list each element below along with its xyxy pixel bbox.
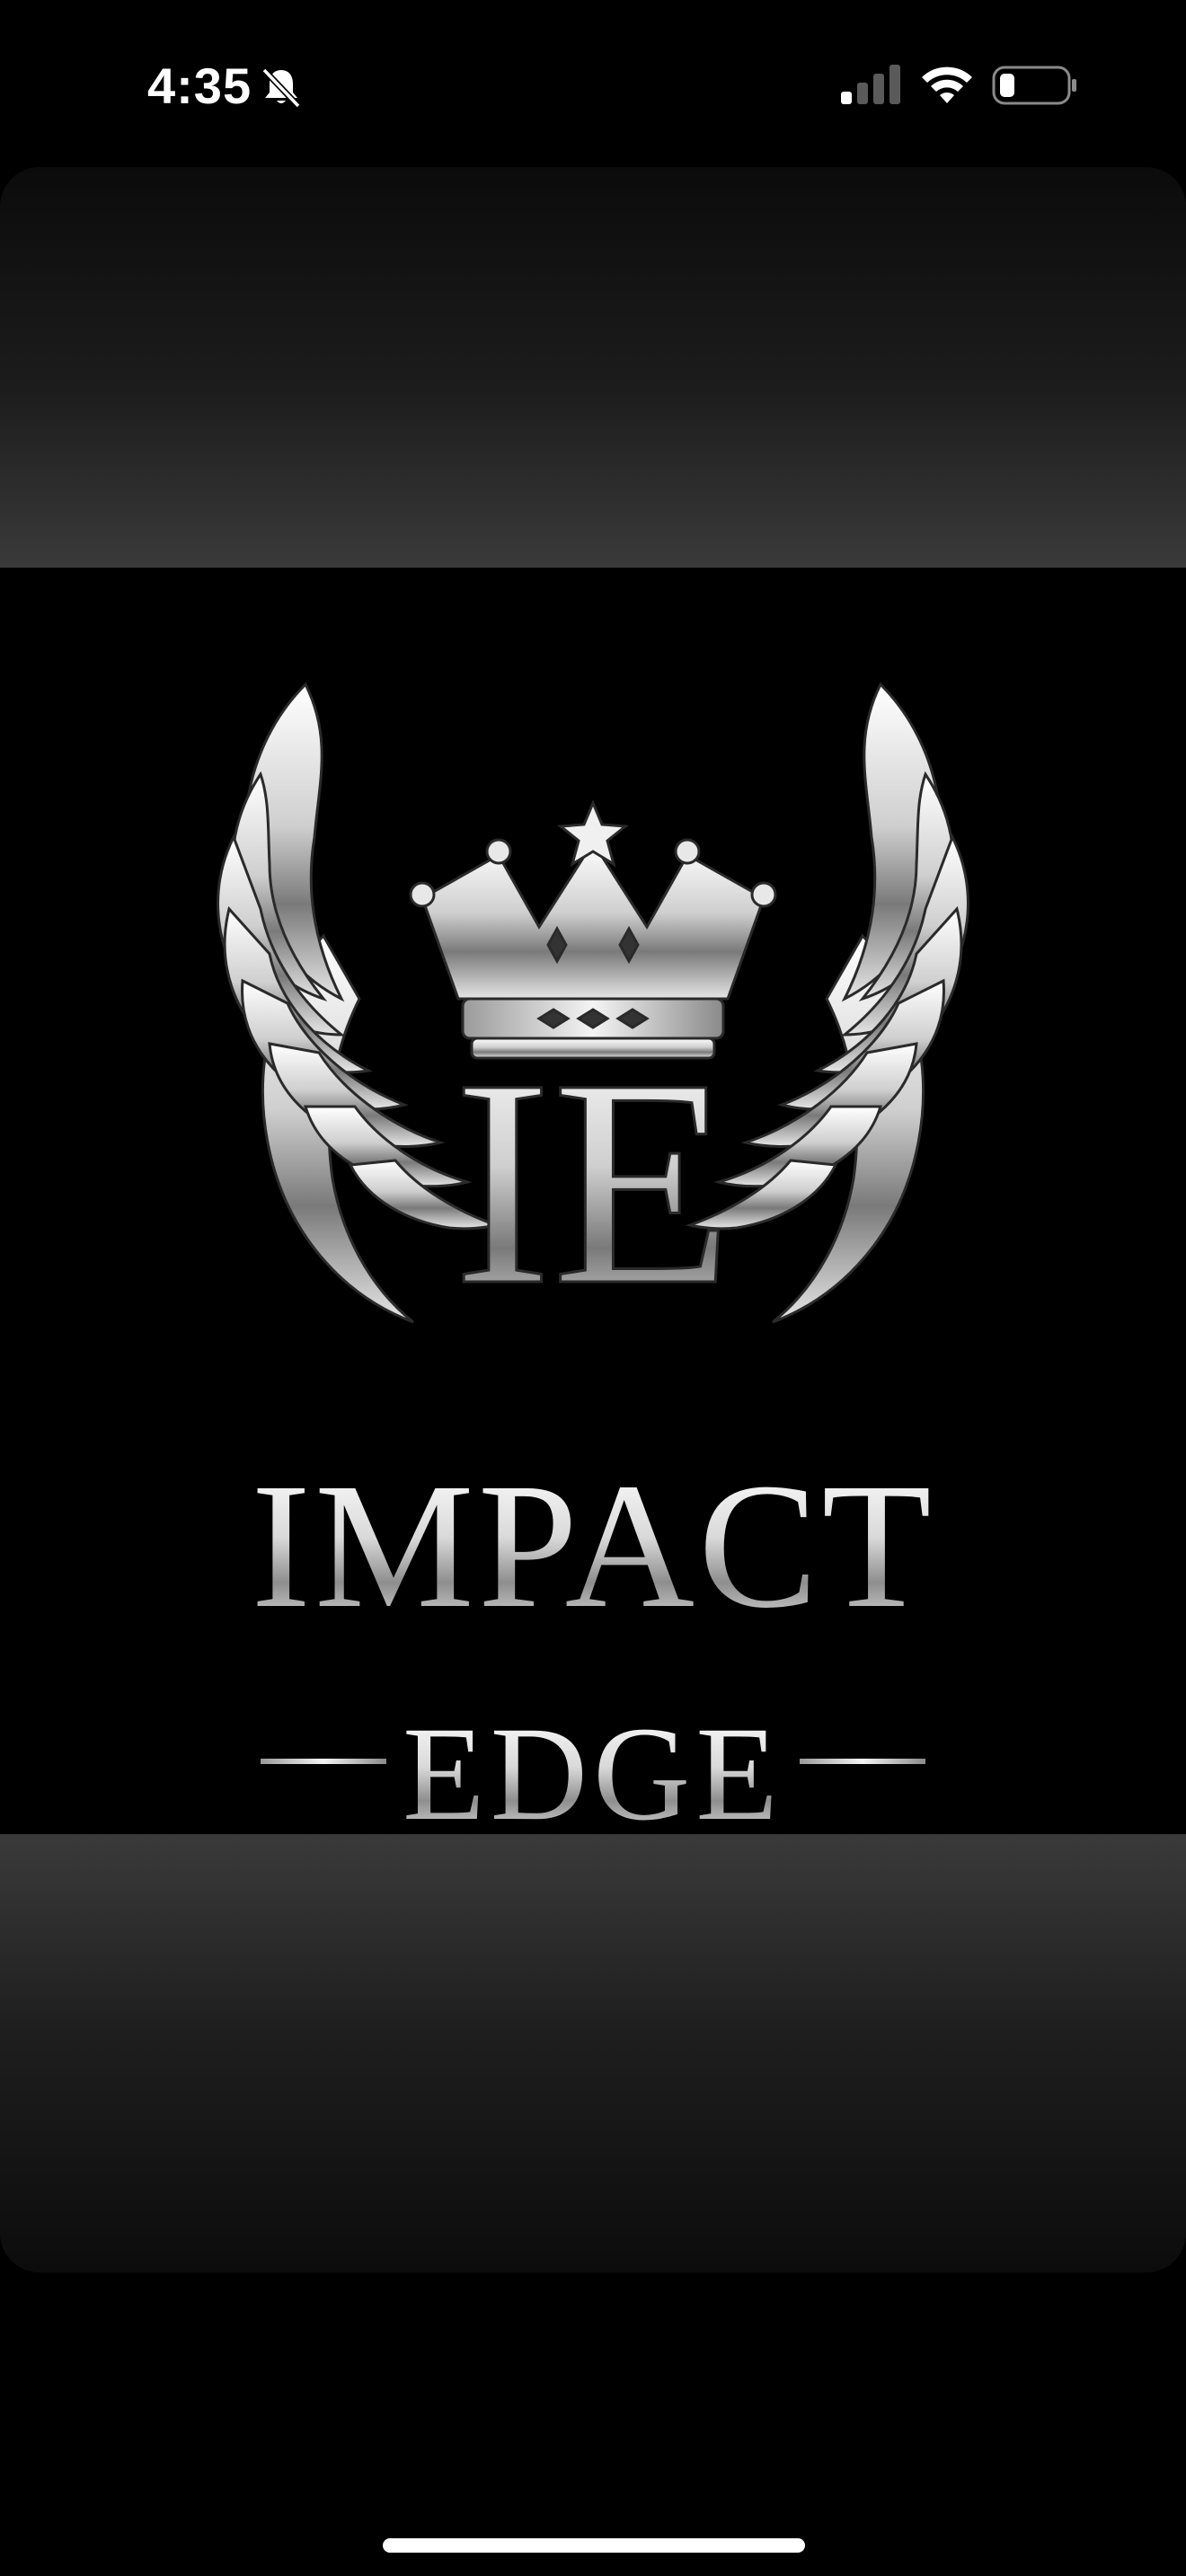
status-bar: 4:35 [0,0,1186,162]
home-indicator[interactable] [383,2538,805,2553]
bell-slash-icon [261,67,301,109]
battery-low-icon [992,66,1076,105]
monogram-text: IE [453,1019,732,1346]
brand-name-line-2: EDGE [0,1707,1186,1841]
status-time: 4:35 [147,57,252,114]
brand-name-line-1: IMPACT [0,1457,1186,1636]
image-viewer[interactable]: IE IMPACT EDGE [0,167,1186,2272]
logo-image: IE IMPACT EDGE [0,568,1186,1841]
background-gradient-top [0,167,1186,568]
background-gradient-bottom [0,1834,1186,2272]
wifi-icon [922,66,972,103]
cellular-signal-icon [841,65,900,104]
